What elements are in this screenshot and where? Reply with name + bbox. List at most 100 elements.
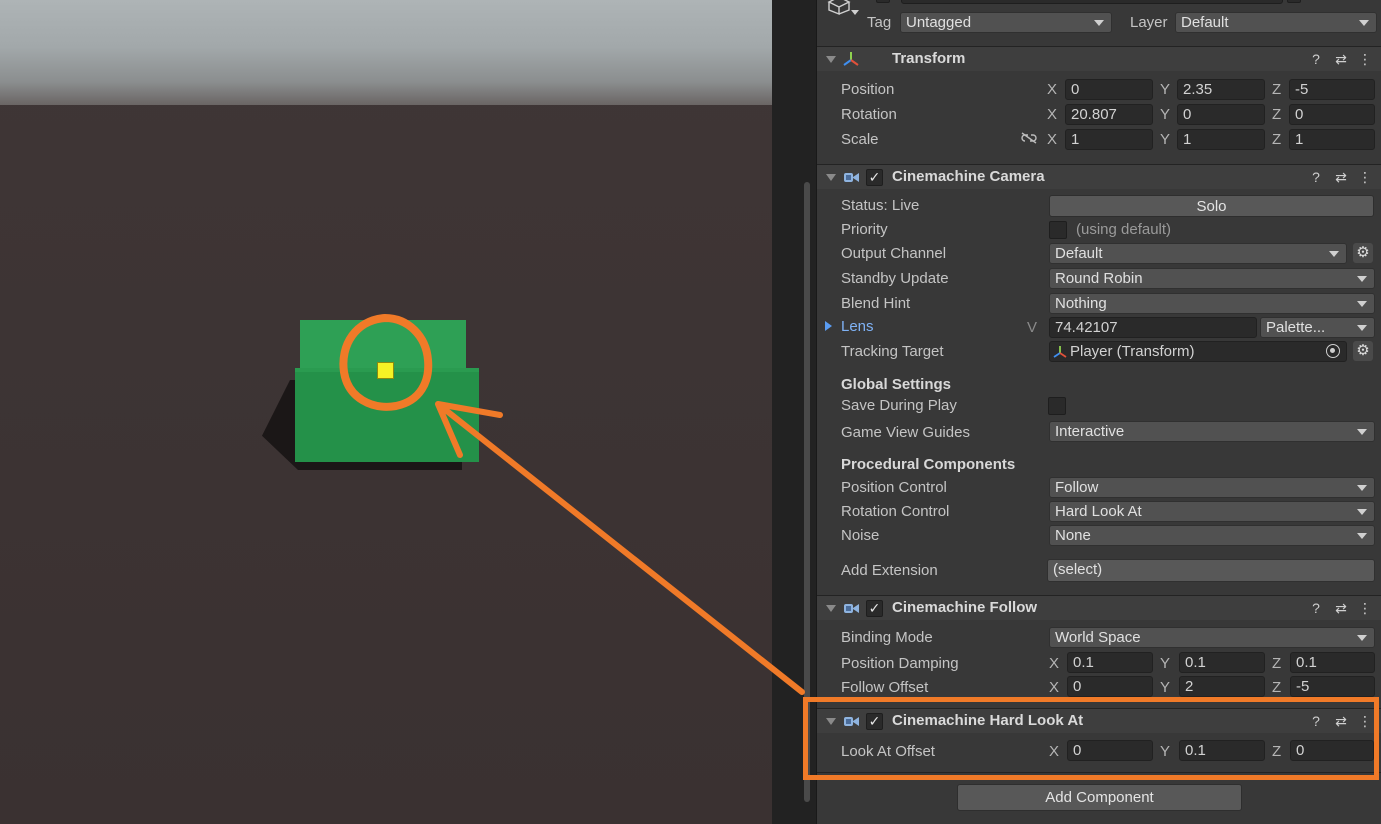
player-cube-side[interactable] — [295, 370, 479, 462]
foldout-arrow-icon[interactable] — [826, 605, 836, 612]
position-x-field[interactable]: 0 — [1065, 79, 1153, 100]
position-control-dropdown[interactable]: Follow — [1049, 477, 1375, 498]
noise-value: None — [1055, 527, 1091, 544]
chevron-down-icon — [1357, 325, 1367, 331]
procedural-components-heading: Procedural Components — [841, 456, 1016, 473]
rotation-control-dropdown[interactable]: Hard Look At — [1049, 501, 1375, 522]
object-picker-icon[interactable] — [1326, 344, 1340, 358]
chevron-down-icon — [1357, 301, 1367, 307]
scale-y-field[interactable]: 1 — [1177, 129, 1265, 150]
lens-palette-dropdown[interactable]: Palette... — [1260, 317, 1375, 338]
foldout-arrow-icon[interactable] — [826, 718, 836, 725]
lens-label[interactable]: Lens — [841, 318, 874, 335]
status-label: Status: Live — [841, 197, 920, 214]
position-damping-y-field[interactable]: 0.1 — [1179, 652, 1265, 673]
presets-icon[interactable]: ⇄ — [1334, 51, 1348, 67]
position-damping-x-field[interactable]: 0.1 — [1067, 652, 1153, 673]
follow-offset-y-field[interactable]: 2 — [1179, 676, 1265, 697]
add-extension-dropdown[interactable]: (select) — [1047, 559, 1375, 582]
kebab-menu-icon[interactable]: ⋮ — [1358, 169, 1372, 185]
game-view-guides-value: Interactive — [1055, 423, 1125, 440]
gear-icon[interactable]: ⚙ — [1353, 341, 1373, 361]
binding-mode-dropdown[interactable]: World Space — [1049, 627, 1375, 648]
lens-fov-field[interactable]: 74.42107 — [1049, 317, 1257, 338]
static-checkbox[interactable] — [1287, 0, 1301, 3]
active-checkbox[interactable] — [876, 0, 890, 3]
position-z-field[interactable]: -5 — [1289, 79, 1375, 100]
lens-foldout-icon[interactable] — [825, 321, 832, 331]
scale-z-field[interactable]: 1 — [1289, 129, 1375, 150]
axis-z-label: Z — [1272, 131, 1282, 148]
output-channel-dropdown[interactable]: Default — [1049, 243, 1347, 264]
rotation-y-field[interactable]: 0 — [1177, 104, 1265, 125]
transform-header[interactable]: Transform ? ⇄ ⋮ — [817, 46, 1381, 71]
icon-dropdown-arrow[interactable] — [851, 10, 859, 15]
layer-dropdown[interactable]: Default — [1175, 12, 1377, 33]
kebab-menu-icon[interactable]: ⋮ — [1358, 713, 1372, 729]
save-during-play-checkbox[interactable] — [1048, 397, 1066, 415]
kebab-menu-icon[interactable]: ⋮ — [1358, 51, 1372, 67]
cinemachine-hard-look-at-header[interactable]: ✓ Cinemachine Hard Look At ? ⇄ ⋮ — [817, 708, 1381, 733]
inspector-scrollbar[interactable] — [804, 182, 810, 802]
presets-icon[interactable]: ⇄ — [1334, 713, 1348, 729]
look-at-offset-y-field[interactable]: 0.1 — [1179, 740, 1265, 761]
foldout-arrow-icon[interactable] — [826, 174, 836, 181]
help-icon[interactable]: ? — [1309, 600, 1323, 616]
cinemachine-follow-header[interactable]: ✓ Cinemachine Follow ? ⇄ ⋮ — [817, 595, 1381, 620]
noise-dropdown[interactable]: None — [1049, 525, 1375, 546]
axis-y-label: Y — [1160, 106, 1171, 123]
cinemachine-camera-header[interactable]: ✓ Cinemachine Camera ? ⇄ ⋮ — [817, 164, 1381, 189]
axis-y-label: Y — [1160, 655, 1171, 672]
scene-view[interactable] — [0, 0, 772, 824]
solo-button[interactable]: Solo — [1049, 195, 1374, 217]
scale-x-field[interactable]: 1 — [1065, 129, 1153, 150]
look-at-offset-label: Look At Offset — [841, 743, 935, 760]
transform-axis-icon — [843, 52, 859, 66]
rotation-z-field[interactable]: 0 — [1289, 104, 1375, 125]
save-during-play-label: Save During Play — [841, 397, 957, 414]
object-name-field[interactable] — [901, 0, 1283, 4]
chevron-down-icon — [1357, 509, 1367, 515]
tag-value: Untagged — [906, 14, 972, 31]
axis-x-label: X — [1047, 106, 1058, 123]
presets-icon[interactable]: ⇄ — [1334, 600, 1348, 616]
help-icon[interactable]: ? — [1309, 713, 1323, 729]
tracking-target-field[interactable]: Player (Transform) — [1049, 341, 1347, 362]
cinemachine-component-icon — [844, 717, 859, 726]
component-enabled-checkbox[interactable]: ✓ — [866, 600, 883, 617]
constrain-proportions-icon[interactable] — [1020, 131, 1038, 145]
cinemachine-hard-look-at-title: Cinemachine Hard Look At — [892, 712, 1084, 729]
priority-checkbox[interactable] — [1049, 221, 1067, 239]
rotation-x-field[interactable]: 20.807 — [1065, 104, 1153, 125]
help-icon[interactable]: ? — [1309, 169, 1323, 185]
look-at-offset-z-field[interactable]: 0 — [1290, 740, 1374, 761]
tag-dropdown[interactable]: Untagged — [900, 12, 1112, 33]
position-label: Position — [841, 81, 895, 98]
help-icon[interactable]: ? — [1309, 51, 1323, 67]
presets-icon[interactable]: ⇄ — [1334, 169, 1348, 185]
component-enabled-checkbox[interactable]: ✓ — [866, 169, 883, 186]
follow-offset-x-field[interactable]: 0 — [1067, 676, 1153, 697]
follow-offset-z-field[interactable]: -5 — [1290, 676, 1375, 697]
cinemachine-component-icon — [844, 604, 859, 613]
game-view-guides-dropdown[interactable]: Interactive — [1049, 421, 1375, 442]
kebab-menu-icon[interactable]: ⋮ — [1358, 600, 1372, 616]
chevron-down-icon — [1357, 533, 1367, 539]
position-y-field[interactable]: 2.35 — [1177, 79, 1265, 100]
look-at-offset-x-field[interactable]: 0 — [1067, 740, 1153, 761]
add-component-button[interactable]: Add Component — [957, 784, 1242, 811]
standby-update-dropdown[interactable]: Round Robin — [1049, 268, 1375, 289]
layer-value: Default — [1181, 14, 1229, 31]
component-enabled-checkbox[interactable]: ✓ — [866, 713, 883, 730]
axis-y-label: Y — [1160, 679, 1171, 696]
foldout-arrow-icon[interactable] — [826, 56, 836, 63]
global-settings-heading: Global Settings — [841, 376, 952, 393]
chevron-down-icon — [1357, 429, 1367, 435]
tracking-target-label: Tracking Target — [841, 343, 944, 360]
gear-icon[interactable]: ⚙ — [1353, 243, 1373, 263]
position-damping-z-field[interactable]: 0.1 — [1290, 652, 1375, 673]
standby-update-value: Round Robin — [1055, 270, 1143, 287]
axis-z-label: Z — [1272, 106, 1282, 123]
blend-hint-dropdown[interactable]: Nothing — [1049, 293, 1375, 314]
blend-hint-label: Blend Hint — [841, 295, 911, 312]
